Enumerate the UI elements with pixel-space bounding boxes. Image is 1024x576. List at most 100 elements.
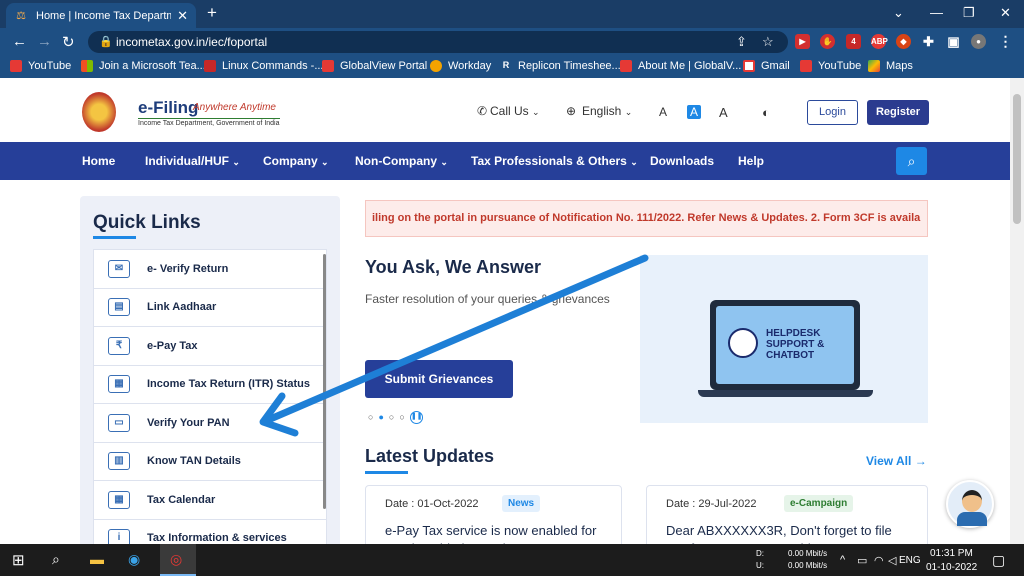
gmail-icon	[743, 60, 755, 72]
quick-link-verify-pan[interactable]: ▭ Verify Your PAN	[94, 404, 326, 443]
font-decrease-button[interactable]: A	[659, 105, 667, 119]
extension-icon[interactable]: ◆	[896, 34, 911, 49]
bookmark-item[interactable]: Maps	[886, 60, 913, 72]
quick-link-tax-calendar[interactable]: ▦ Tax Calendar	[94, 481, 326, 520]
minimize-icon[interactable]: —	[930, 5, 943, 20]
submit-grievances-button[interactable]: Submit Grievances	[365, 360, 513, 398]
quick-link-label: Income Tax Return (ITR) Status	[147, 378, 310, 391]
quick-link-itr-status[interactable]: ▦ Income Tax Return (ITR) Status	[94, 366, 326, 404]
update-date: Date : 01-Oct-2022	[385, 498, 479, 510]
bookmark-item[interactable]: GlobalView Portal	[340, 60, 427, 72]
font-increase-button[interactable]: A	[719, 105, 728, 120]
login-button[interactable]: Login	[807, 100, 858, 125]
scrollbar-thumb[interactable]	[1013, 94, 1021, 224]
forward-icon[interactable]: →	[37, 33, 52, 50]
nav-help[interactable]: Help	[738, 154, 764, 168]
bookmark-star-icon[interactable]: ☆	[762, 34, 774, 50]
chevron-down-icon: ⌄	[624, 107, 633, 117]
language-indicator[interactable]: ENG	[899, 555, 921, 566]
bookmark-item[interactable]: Gmail	[761, 60, 790, 72]
update-text: e-Pay Tax service is now enabled for Kot…	[385, 523, 597, 544]
quick-links-scrollbar[interactable]	[323, 254, 326, 509]
quick-link-label: Link Aadhaar	[147, 301, 217, 314]
nav-non-company[interactable]: Non-Company ⌄	[355, 154, 448, 168]
view-all-link[interactable]: View All →	[866, 454, 927, 468]
close-tab-icon[interactable]: ✕	[177, 8, 188, 24]
news-ticker[interactable]: iling on the portal in pursuance of Noti…	[365, 200, 928, 237]
file-explorer-icon[interactable]: ▬	[90, 551, 104, 567]
bookmark-item[interactable]: YouTube	[818, 60, 861, 72]
page-scrollbar[interactable]	[1010, 78, 1024, 544]
chevron-down-icon: ⌄	[232, 157, 240, 167]
adblock-icon[interactable]: ABP	[871, 34, 888, 49]
register-button[interactable]: Register	[867, 100, 929, 125]
language-dropdown[interactable]: English ⌄	[582, 104, 632, 118]
helpdesk-text: HELPDESK SUPPORT & CHATBOT	[766, 328, 825, 361]
side-panel-icon[interactable]: ▣	[946, 34, 961, 49]
notifications-icon[interactable]: ▢	[992, 552, 1005, 569]
clock-date[interactable]: 01-10-2022	[926, 562, 977, 573]
nav-home[interactable]: Home	[82, 154, 115, 168]
back-icon[interactable]: ←	[12, 33, 27, 50]
efiling-logo[interactable]: e-Filing Anywhere Anytime Income Tax Dep…	[82, 92, 282, 132]
restore-icon[interactable]: ❐	[963, 5, 975, 21]
quick-link-label: Verify Your PAN	[147, 416, 230, 429]
bookmark-item[interactable]: Join a Microsoft Tea...	[99, 60, 206, 72]
extension-icon[interactable]: ▶	[795, 34, 810, 49]
quick-links-list: ✉ e- Verify Return ▤ Link Aadhaar ₹ e-Pay T…	[93, 249, 327, 544]
extension-icon[interactable]: ✋	[820, 34, 835, 49]
extensions-puzzle-icon[interactable]: ✚	[921, 34, 936, 49]
upload-speed: 0.00 Mbit/s	[788, 561, 828, 570]
browser-tab-strip: ⚖ Home | Income Tax Department ✕ + ⌄ — ❐…	[0, 0, 1024, 28]
windows-start-icon[interactable]: ⊞	[12, 551, 25, 569]
tab-search-icon[interactable]: ⌄	[893, 5, 904, 21]
browser-tab[interactable]: ⚖ Home | Income Tax Department ✕	[6, 3, 196, 28]
nav-individual-huf[interactable]: Individual/HUF ⌄	[145, 154, 240, 168]
share-icon[interactable]: ⇪	[736, 34, 747, 50]
battery-icon[interactable]: ▭	[857, 554, 867, 567]
search-icon[interactable]: ⌕	[52, 551, 60, 568]
bookmark-item[interactable]: Workday	[448, 60, 491, 72]
maps-icon	[868, 60, 880, 72]
nav-company[interactable]: Company ⌄	[263, 154, 329, 168]
chrome-icon: ◎	[170, 551, 183, 567]
nav-tax-professionals[interactable]: Tax Professionals & Others ⌄	[471, 154, 638, 168]
close-window-icon[interactable]: ✕	[1000, 5, 1011, 21]
profile-avatar[interactable]: ●	[971, 34, 986, 49]
address-bar[interactable]: 🔒 incometax.gov.in/iec/foportal ⇪ ☆	[88, 31, 788, 53]
call-us-dropdown[interactable]: Call Us ⌄	[490, 104, 540, 118]
bookmark-item[interactable]: Replicon Timeshee...	[518, 60, 621, 72]
bookmark-item[interactable]: Linux Commands -...	[222, 60, 323, 72]
update-card[interactable]: Date : 29-Jul-2022 e-Campaign Dear ABXXX…	[646, 485, 928, 544]
carousel-dot[interactable]: ○	[389, 412, 394, 422]
emblem-icon	[82, 92, 116, 132]
carousel-dot-active[interactable]: ●	[378, 412, 383, 422]
bookmark-item[interactable]: YouTube	[28, 60, 71, 72]
edge-icon[interactable]: ◉	[128, 551, 140, 568]
volume-icon[interactable]: ◁	[888, 554, 896, 567]
update-card[interactable]: Date : 01-Oct-2022 News e-Pay Tax servic…	[365, 485, 622, 544]
carousel-dot[interactable]: ○	[368, 412, 373, 422]
chrome-taskbar-button[interactable]: ◎	[160, 544, 196, 576]
quick-link-know-tan[interactable]: ▥ Know TAN Details	[94, 443, 326, 481]
font-normal-button[interactable]: A	[687, 105, 702, 119]
tray-expand-icon[interactable]: ^	[840, 554, 845, 566]
nav-downloads[interactable]: Downloads	[650, 154, 714, 168]
quick-link-e-pay-tax[interactable]: ₹ e-Pay Tax	[94, 327, 326, 366]
view-all-label: View All	[866, 454, 912, 468]
search-button[interactable]: ⌕	[896, 147, 927, 175]
contrast-icon[interactable]: ◐	[762, 105, 770, 120]
menu-kebab-icon[interactable]: ⋮	[998, 34, 1013, 49]
carousel-dot[interactable]: ○	[399, 412, 404, 422]
new-tab-icon[interactable]: +	[207, 3, 217, 23]
pause-icon[interactable]: ❚❚	[409, 411, 423, 424]
quick-link-e-verify-return[interactable]: ✉ e- Verify Return	[94, 250, 326, 289]
extension-icon[interactable]: 4	[846, 34, 861, 49]
quick-link-tax-info[interactable]: i Tax Information & services	[94, 520, 326, 544]
clock-time[interactable]: 01:31 PM	[930, 548, 973, 559]
wifi-icon[interactable]: ◠	[874, 554, 884, 567]
quick-link-link-aadhaar[interactable]: ▤ Link Aadhaar	[94, 289, 326, 327]
bookmark-item[interactable]: About Me | GlobalV...	[638, 60, 741, 72]
chatbot-avatar-button[interactable]	[946, 480, 994, 528]
reload-icon[interactable]: ↻	[62, 33, 75, 51]
